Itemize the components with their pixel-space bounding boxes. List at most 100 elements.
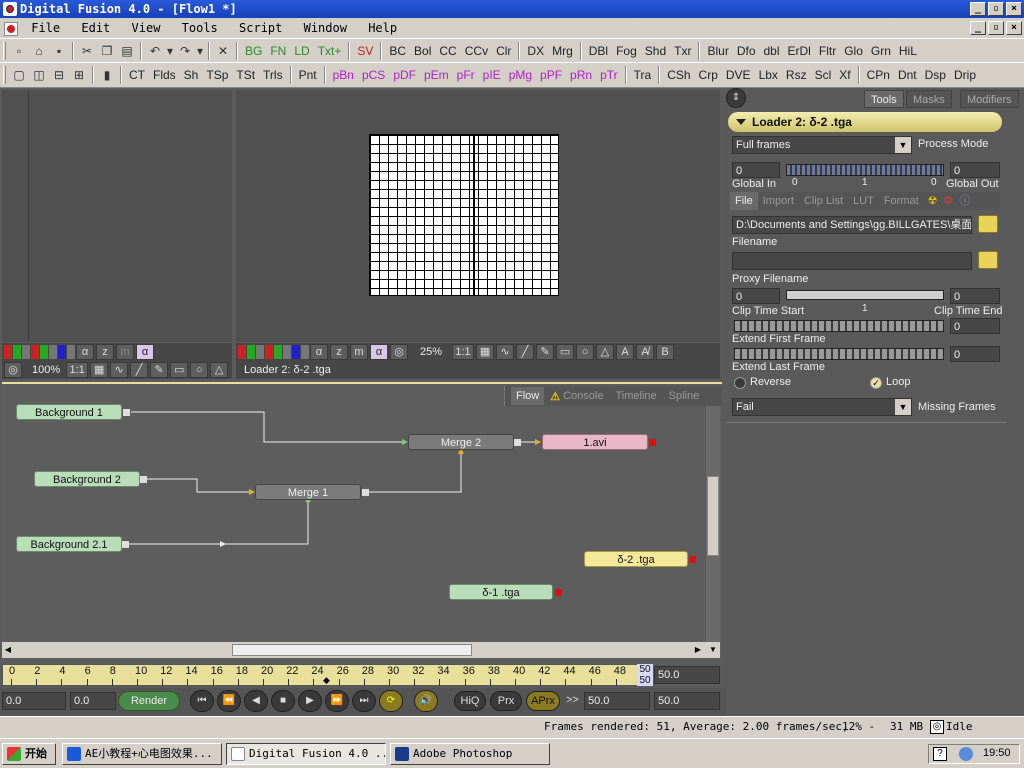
r-circle-icon[interactable]: ○	[576, 344, 595, 360]
gray2-channel-icon[interactable]	[49, 345, 57, 359]
tool-ld[interactable]: LD	[290, 41, 313, 61]
collapse-triangle-icon[interactable]	[736, 119, 746, 125]
gray3-channel-icon[interactable]	[67, 345, 75, 359]
red2-channel-icon[interactable]	[31, 345, 39, 359]
render-end-field[interactable]: 50.0	[654, 692, 720, 710]
scroll-right-arrow-icon[interactable]: ▶	[692, 644, 704, 656]
timeline-ruler[interactable]: 0 2 4 6 8 10 12 14 16 18 20 22 24 26 28 30 32 34 36 38 40 42 4…	[2, 664, 652, 686]
menu-help[interactable]: Help	[368, 21, 397, 35]
flow-panel[interactable]: Flow ⚠ Console Timeline Spline Backgroun…	[2, 382, 722, 662]
tool-pbn[interactable]: pBn	[329, 65, 358, 85]
viewer-left[interactable]	[2, 90, 232, 342]
tool-fog[interactable]: Fog	[612, 41, 641, 61]
r-green-channel-icon[interactable]	[247, 345, 255, 359]
tool-crp[interactable]: Crp	[695, 65, 722, 85]
extend-first-field[interactable]: 0	[950, 318, 1000, 334]
timeline-end-field[interactable]: 50.0	[654, 666, 720, 684]
tool-rsz[interactable]: Rsz	[782, 65, 811, 85]
copy-icon[interactable]: ❐	[97, 41, 117, 61]
tool-cc[interactable]: CC	[435, 41, 460, 61]
lut-icon[interactable]: ◎	[4, 362, 22, 378]
tool-pfr[interactable]: pFr	[453, 65, 479, 85]
audio-icon[interactable]: 🔊	[414, 690, 438, 712]
tool-header[interactable]: Loader 2: δ-2 .tga	[728, 112, 1002, 132]
tool-dbl[interactable]: DBl	[585, 41, 612, 61]
tool-dx[interactable]: DX	[523, 41, 548, 61]
redo-icon[interactable]: ↷	[175, 41, 195, 61]
left-line-icon[interactable]: ╱	[130, 362, 149, 378]
extend-last-slider[interactable]	[734, 348, 944, 360]
z-channel-icon[interactable]: z	[96, 344, 114, 360]
node-output-port[interactable]	[555, 589, 562, 596]
tool-dfo[interactable]: Dfo	[733, 41, 760, 61]
tool-ppf[interactable]: pPF	[536, 65, 566, 85]
info-icon[interactable]: ⓘ	[959, 192, 970, 210]
new-file-icon[interactable]: ▫	[9, 41, 29, 61]
goto-start-icon[interactable]: ⏮	[190, 690, 214, 712]
doc-restore-button[interactable]: ▫	[988, 21, 1004, 35]
filename-field[interactable]: D:\Documents and Settings\gg.BILLGATES\桌…	[732, 216, 972, 234]
radiation-icon[interactable]: ☢	[928, 192, 938, 210]
node-output-port[interactable]	[649, 439, 656, 446]
tool-dnt[interactable]: Dnt	[894, 65, 921, 85]
r-text-a-icon[interactable]: A	[616, 344, 635, 360]
subtab-format[interactable]: Format	[879, 192, 924, 210]
tool-dbl2[interactable]: dbl	[760, 41, 784, 61]
tool-pcs[interactable]: pCS	[358, 65, 389, 85]
tool-hil[interactable]: HiL	[895, 41, 921, 61]
tool-pie[interactable]: pIE	[479, 65, 505, 85]
r-m-channel-icon[interactable]: m	[350, 344, 368, 360]
m-channel-icon[interactable]: m	[116, 344, 134, 360]
tool-pdf[interactable]: pDF	[389, 65, 420, 85]
tool-xf[interactable]: Xf	[835, 65, 854, 85]
subtab-import[interactable]: Import	[758, 192, 799, 210]
green-channel-icon[interactable]	[13, 345, 21, 359]
node-output-port[interactable]	[123, 409, 130, 416]
panel-toggle-icon[interactable]: ⇕	[726, 88, 746, 108]
tool-shd[interactable]: Shd	[641, 41, 670, 61]
node-loader-2[interactable]: δ-2 .tga	[584, 551, 688, 567]
playhead-icon[interactable]: ◆	[323, 675, 333, 685]
undo-icon[interactable]: ↶	[145, 41, 165, 61]
tool-pmg[interactable]: pMg	[505, 65, 536, 85]
node-output-port[interactable]	[689, 556, 696, 563]
left-checker-icon[interactable]: ▦	[90, 362, 109, 378]
node-1-avi[interactable]: 1.avi	[542, 434, 648, 450]
flow-horizontal-scroll-thumb[interactable]	[232, 644, 472, 656]
tool-blur[interactable]: Blur	[703, 41, 732, 61]
tab-masks[interactable]: Masks	[906, 90, 952, 108]
cut-icon[interactable]: ✂	[77, 41, 97, 61]
r-alpha-icon[interactable]: α	[310, 344, 328, 360]
flow-vertical-scroll-thumb[interactable]	[707, 476, 719, 556]
task-ae-tutorial[interactable]: AE小教程+心电图效果...	[62, 743, 222, 765]
clip-range-slider[interactable]	[786, 290, 944, 300]
render-start-field[interactable]: 50.0	[584, 692, 650, 710]
r-lut-icon[interactable]: ◎	[390, 344, 408, 360]
tool-txt[interactable]: Txt+	[314, 41, 346, 61]
save-icon[interactable]: ▪	[49, 41, 69, 61]
toolbar-grip[interactable]	[3, 42, 6, 60]
subtab-lut[interactable]: LUT	[848, 192, 879, 210]
left-wand-icon[interactable]: ✎	[150, 362, 169, 378]
tool-tst[interactable]: TSt	[232, 65, 259, 85]
node-output-port[interactable]	[122, 541, 129, 548]
scroll-down-arrow-icon[interactable]: ▼	[706, 642, 720, 658]
gray-channel-icon[interactable]	[22, 345, 30, 359]
r-checker-icon[interactable]: ▦	[476, 344, 495, 360]
r-line-icon[interactable]: ╱	[516, 344, 535, 360]
maximize-button[interactable]: ▫	[988, 2, 1004, 16]
goto-end-icon[interactable]: ⏭	[352, 690, 376, 712]
menu-tools[interactable]: Tools	[182, 21, 218, 35]
tool-trls[interactable]: Trls	[259, 65, 287, 85]
timeline-end-markers[interactable]: 50 50	[637, 664, 653, 686]
rewind-icon[interactable]: ⏪	[217, 690, 241, 712]
node-output-port[interactable]	[140, 476, 147, 483]
left-ratio[interactable]: 1:1	[66, 362, 89, 378]
node-output-port[interactable]	[514, 439, 521, 446]
r-rect-icon[interactable]: ▭	[556, 344, 575, 360]
red-channel-icon[interactable]	[4, 345, 12, 359]
global-in-field[interactable]: 0	[732, 162, 780, 178]
node-background-1[interactable]: Background 1	[16, 404, 122, 420]
tab-modifiers[interactable]: Modifiers	[960, 90, 1019, 108]
extend-first-slider[interactable]	[734, 320, 944, 332]
